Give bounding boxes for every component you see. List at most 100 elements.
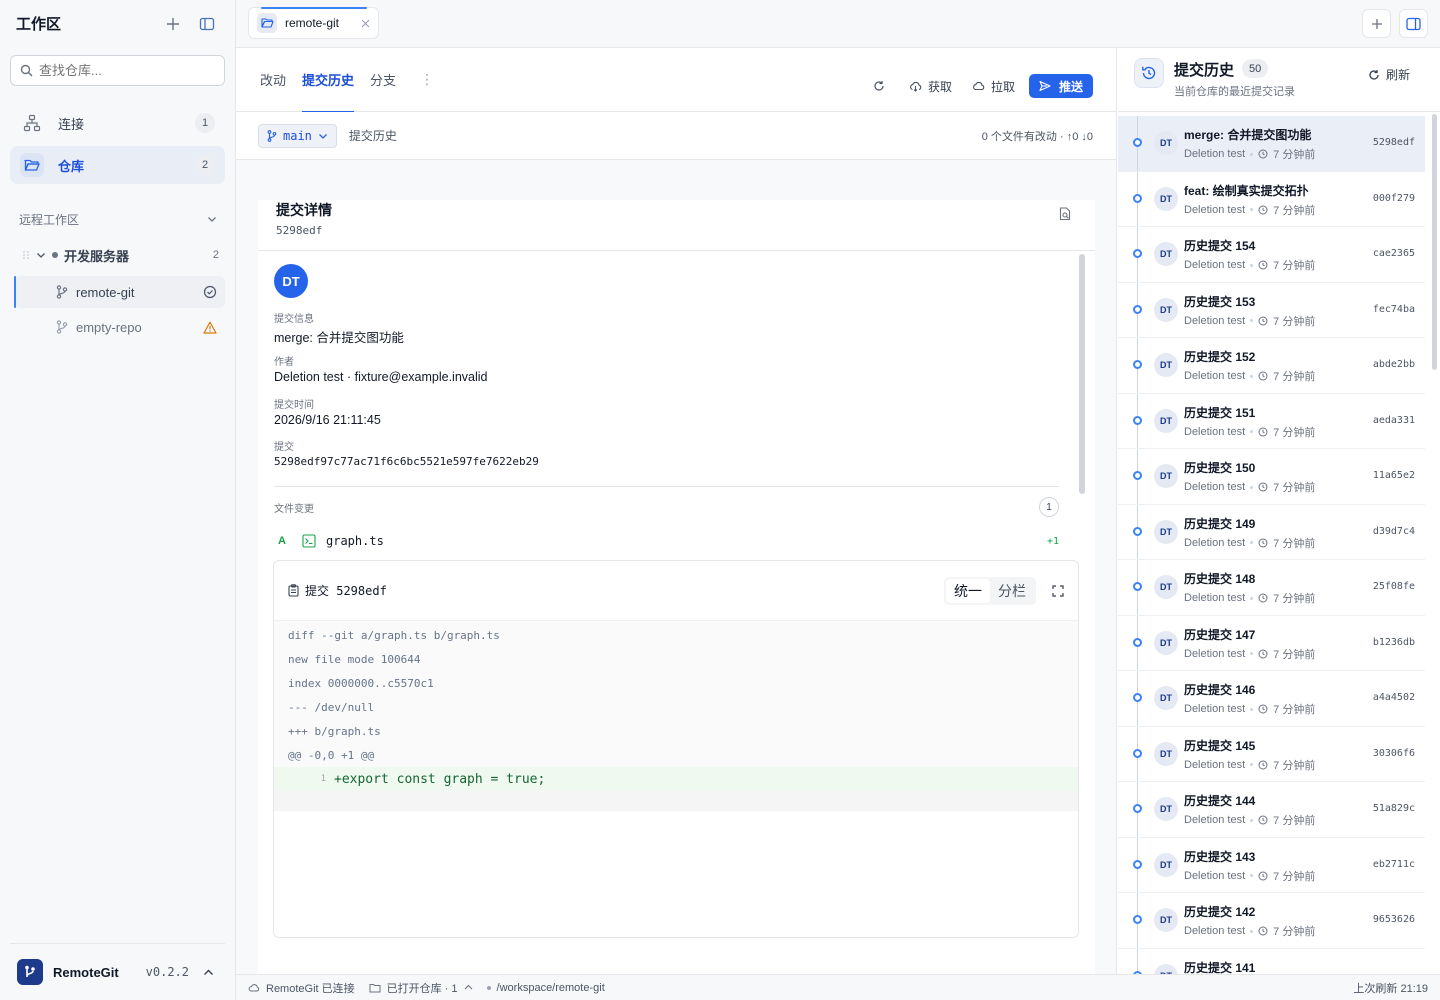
drag-handle-icon[interactable] [22, 250, 30, 260]
author-avatar: DT [274, 264, 308, 298]
commit-row[interactable]: DT 历史提交 149 Deletion test 7 分钟前 d39d7c4 [1118, 504, 1425, 560]
commit-row[interactable]: DT 历史提交 141 [1118, 948, 1425, 974]
file-name: graph.ts [326, 534, 384, 548]
diff-mode-split[interactable]: 分栏 [990, 579, 1034, 603]
close-icon[interactable] [361, 19, 370, 28]
commit-row[interactable]: DT 历史提交 143 Deletion test 7 分钟前 eb2711c [1118, 837, 1425, 893]
tab-remote-git[interactable]: remote-git [248, 7, 379, 39]
count-badge: 2 [195, 155, 215, 175]
history-scrollbar[interactable] [1432, 114, 1437, 370]
push-button[interactable]: 推送 [1028, 74, 1093, 98]
commit-row[interactable]: DT 历史提交 153 Deletion test 7 分钟前 fec74ba [1118, 282, 1425, 338]
breadcrumb: 提交历史 [348, 129, 397, 143]
new-tab-button[interactable] [1362, 9, 1391, 38]
cloud-download-icon [910, 81, 922, 92]
branch-selector[interactable]: main [258, 123, 337, 148]
open-repos-status[interactable]: 已打开仓库 · 1 [369, 980, 473, 996]
fullscreen-button[interactable] [1052, 584, 1064, 597]
repo-search[interactable] [10, 55, 225, 86]
commit-graph-node [1133, 859, 1142, 869]
clipboard-icon [288, 584, 299, 597]
commit-row[interactable]: DT 历史提交 154 Deletion test 7 分钟前 cae2365 [1118, 227, 1425, 283]
commit-time: 7 分钟前 [1273, 593, 1316, 605]
commit-meta: Deletion test 7 分钟前 [1184, 923, 1315, 939]
commit-row[interactable]: DT 历史提交 145 Deletion test 7 分钟前 30306f6 [1118, 726, 1425, 782]
tabbar-actions [1362, 9, 1428, 38]
clock-icon [1258, 760, 1268, 769]
tab-branches[interactable]: 分支 [370, 48, 396, 112]
commit-message: merge: 合并提交图功能 [274, 331, 404, 345]
commit-row[interactable]: DT feat: 绘制真实提交拓扑 Deletion test 7 分钟前 000f27… [1118, 171, 1425, 227]
connection-status[interactable]: RemoteGit 已连接 [248, 980, 355, 996]
pull-button[interactable]: 拉取 [966, 74, 1021, 98]
separator-dot [1250, 319, 1254, 322]
commit-meta: Deletion test 7 分钟前 [1184, 701, 1315, 717]
toggle-sidebar-button[interactable] [195, 12, 219, 36]
diff-mode-unified[interactable]: 统一 [946, 578, 990, 603]
more-tabs-button[interactable]: ⋮ [420, 71, 434, 88]
commit-meta: Deletion test 7 分钟前 [1184, 757, 1315, 773]
commit-graph-node [1133, 304, 1142, 314]
last-refresh: 上次刷新 21:19 [1353, 982, 1428, 995]
commit-message: 历史提交 143 [1184, 849, 1256, 864]
commit-row[interactable]: DT 历史提交 151 Deletion test 7 分钟前 aeda331 [1118, 393, 1425, 449]
commit-hash: 9653626 [1372, 914, 1415, 925]
changed-file-row[interactable]: A graph.ts +1 [274, 530, 1059, 552]
commit-graph-node [1133, 360, 1142, 369]
remote-workspace-section[interactable]: 远程工作区 [0, 208, 235, 230]
commit-full-hash: 5298edf97c77ac71f6c6bc5521e597fe7622eb29 [274, 455, 539, 468]
commit-row[interactable]: DT 历史提交 150 Deletion test 7 分钟前 11a65e2 [1118, 449, 1425, 505]
refresh-icon [1369, 69, 1379, 80]
commit-row[interactable]: DT 历史提交 148 Deletion test 7 分钟前 25f08fe [1118, 560, 1425, 616]
commit-hash: abde2bb [1372, 359, 1415, 370]
sidebar-item-connections[interactable]: 连接 1 [10, 104, 225, 142]
commit-author: Deletion test [1184, 203, 1246, 216]
commit-author-avatar: DT [1154, 131, 1178, 155]
chevron-down-icon[interactable] [36, 250, 46, 260]
detail-scrollbar[interactable] [1079, 254, 1085, 494]
commit-author-avatar: DT [1154, 353, 1178, 377]
commit-graph-node [1133, 693, 1142, 702]
view-file-button[interactable] [1059, 207, 1071, 221]
tab-changes[interactable]: 改动 [260, 48, 286, 112]
add-workspace-button[interactable] [161, 12, 185, 36]
server-group[interactable]: 开发服务器 2 [0, 244, 235, 266]
refresh-icon [874, 81, 884, 91]
fetch-button[interactable]: 获取 [903, 74, 958, 98]
clock-icon [1258, 371, 1268, 381]
commit-row[interactable]: DT 历史提交 146 Deletion test 7 分钟前 a4a4502 [1118, 671, 1425, 727]
toggle-history-panel-button[interactable] [1399, 9, 1428, 38]
sidebar-item-repositories[interactable]: 仓库 2 [10, 146, 225, 184]
commit-row[interactable]: DT 历史提交 144 Deletion test 7 分钟前 51a829c [1118, 782, 1425, 838]
diff-header-line: diff --git a/graph.ts b/graph.ts [288, 628, 500, 642]
commit-author: Deletion test [1184, 314, 1246, 327]
repo-item-empty-repo[interactable]: empty-repo [14, 311, 225, 343]
commit-author-avatar: DT [1154, 464, 1178, 488]
commit-row[interactable]: DT 历史提交 142 Deletion test 7 分钟前 9653626 [1118, 893, 1425, 949]
commit-hash: 5298edf [1372, 137, 1415, 148]
commit-hash: 25f08fe [1372, 581, 1415, 592]
clock-icon [1258, 149, 1268, 159]
commit-row[interactable]: DT 历史提交 152 Deletion test 7 分钟前 abde2bb [1118, 338, 1425, 394]
repo-item-remote-git[interactable]: remote-git [14, 276, 225, 308]
repo-search-input[interactable] [39, 63, 209, 78]
diff-mode-toggle: 统一 分栏 [944, 576, 1036, 605]
clock-icon [1258, 427, 1268, 436]
sidebar-nav: 连接 1 仓库 2 [0, 104, 235, 184]
commit-hash: eb2711c [1372, 858, 1415, 870]
tab-commit-history[interactable]: 提交历史 [302, 48, 355, 113]
footer-expand-button[interactable] [199, 960, 217, 984]
sidebar-item-label: 连接 [58, 116, 85, 132]
commit-row[interactable]: DT merge: 合并提交图功能 Deletion test 7 分钟前 5298ed… [1118, 116, 1425, 172]
clock-icon [1258, 538, 1268, 547]
clock-icon [1258, 316, 1268, 325]
commit-hash: d39d7c4 [1372, 525, 1415, 537]
refresh-history-button[interactable]: 刷新 [1368, 66, 1410, 83]
separator-dot [1250, 818, 1254, 822]
reload-button[interactable] [867, 74, 891, 98]
commit-row[interactable]: DT 历史提交 147 Deletion test 7 分钟前 b1236db [1118, 615, 1425, 671]
history-title: 提交历史 [1174, 62, 1235, 79]
commit-meta: Deletion test 7 分钟前 [1184, 590, 1315, 606]
app-logo [17, 959, 43, 985]
server-status-dot [52, 252, 58, 258]
